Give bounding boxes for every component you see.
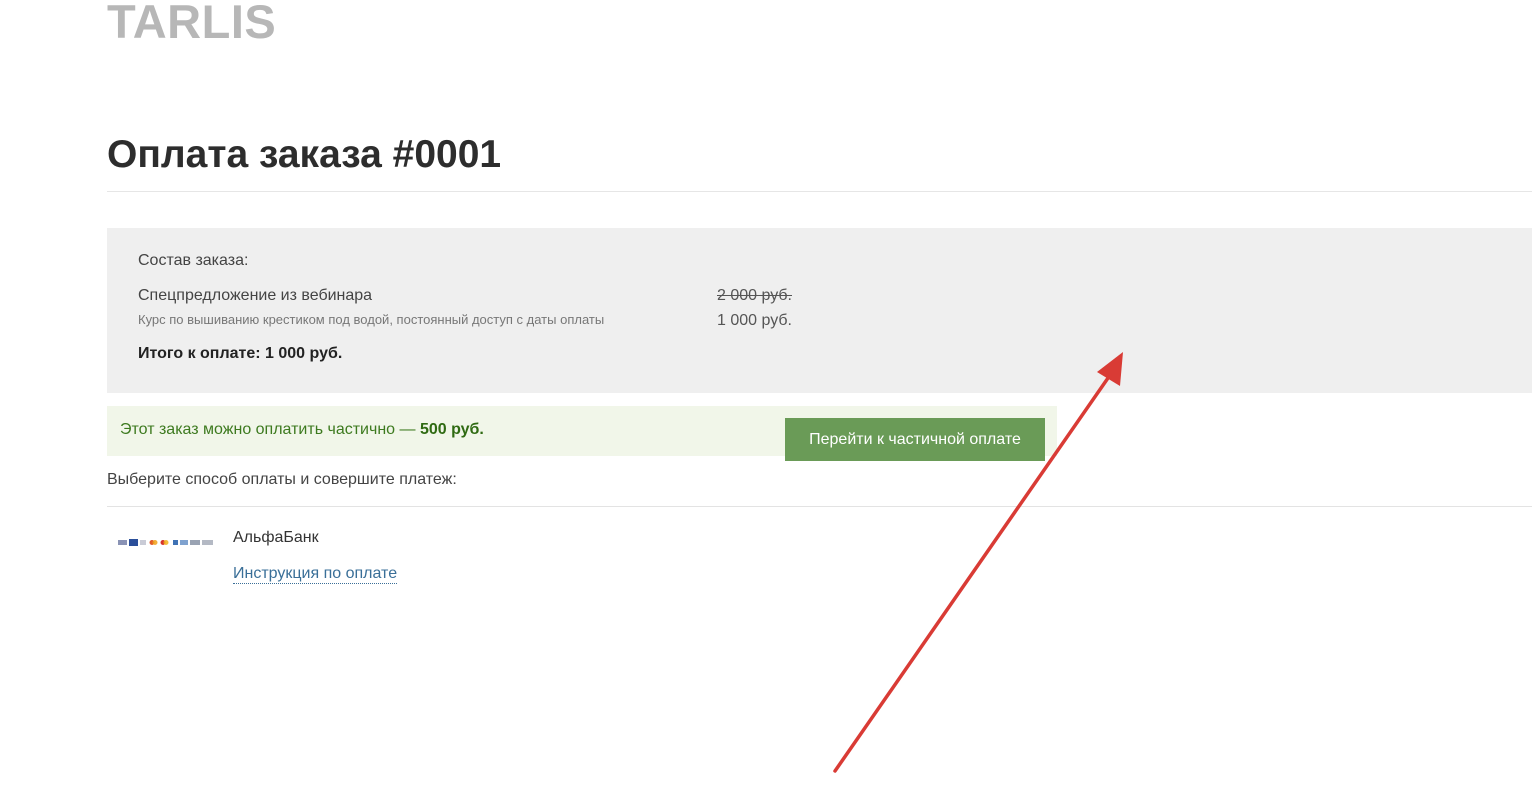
annotation-arrow	[833, 352, 1123, 773]
order-item-description: Курс по вышиванию крестиком под водой, п…	[138, 312, 605, 327]
payment-methods-divider	[107, 506, 1532, 507]
payment-instruction-link[interactable]: Инструкция по оплате	[233, 564, 398, 584]
partial-payment-message: Этот заказ можно оплатить частично —	[120, 421, 420, 438]
payment-card-logos-icon	[118, 539, 213, 546]
partial-payment-button[interactable]: Перейти к частичной оплате	[785, 418, 1045, 461]
order-heading: Состав заказа:	[138, 252, 249, 269]
order-item-price: 1 000 руб.	[717, 312, 792, 329]
partial-payment-text: Этот заказ можно оплатить частично — 500…	[120, 421, 484, 439]
brand-logo[interactable]: TARLIS	[107, 0, 276, 48]
partial-payment-amount: 500 руб.	[419, 421, 484, 438]
page-title: Оплата заказа #0001	[107, 133, 502, 176]
title-divider	[107, 191, 1532, 192]
order-total: Итого к оплате: 1 000 руб.	[138, 345, 343, 362]
payment-method-prompt: Выберите способ оплаты и совершите плате…	[107, 471, 457, 488]
order-item-name: Спецпредложение из вебинара	[138, 287, 373, 304]
payment-method-name[interactable]: АльфаБанк	[233, 529, 319, 547]
order-item-old-price: 2 000 руб.	[717, 287, 792, 304]
order-summary-panel: Состав заказа: Спецпредложение из вебина…	[107, 228, 1532, 393]
